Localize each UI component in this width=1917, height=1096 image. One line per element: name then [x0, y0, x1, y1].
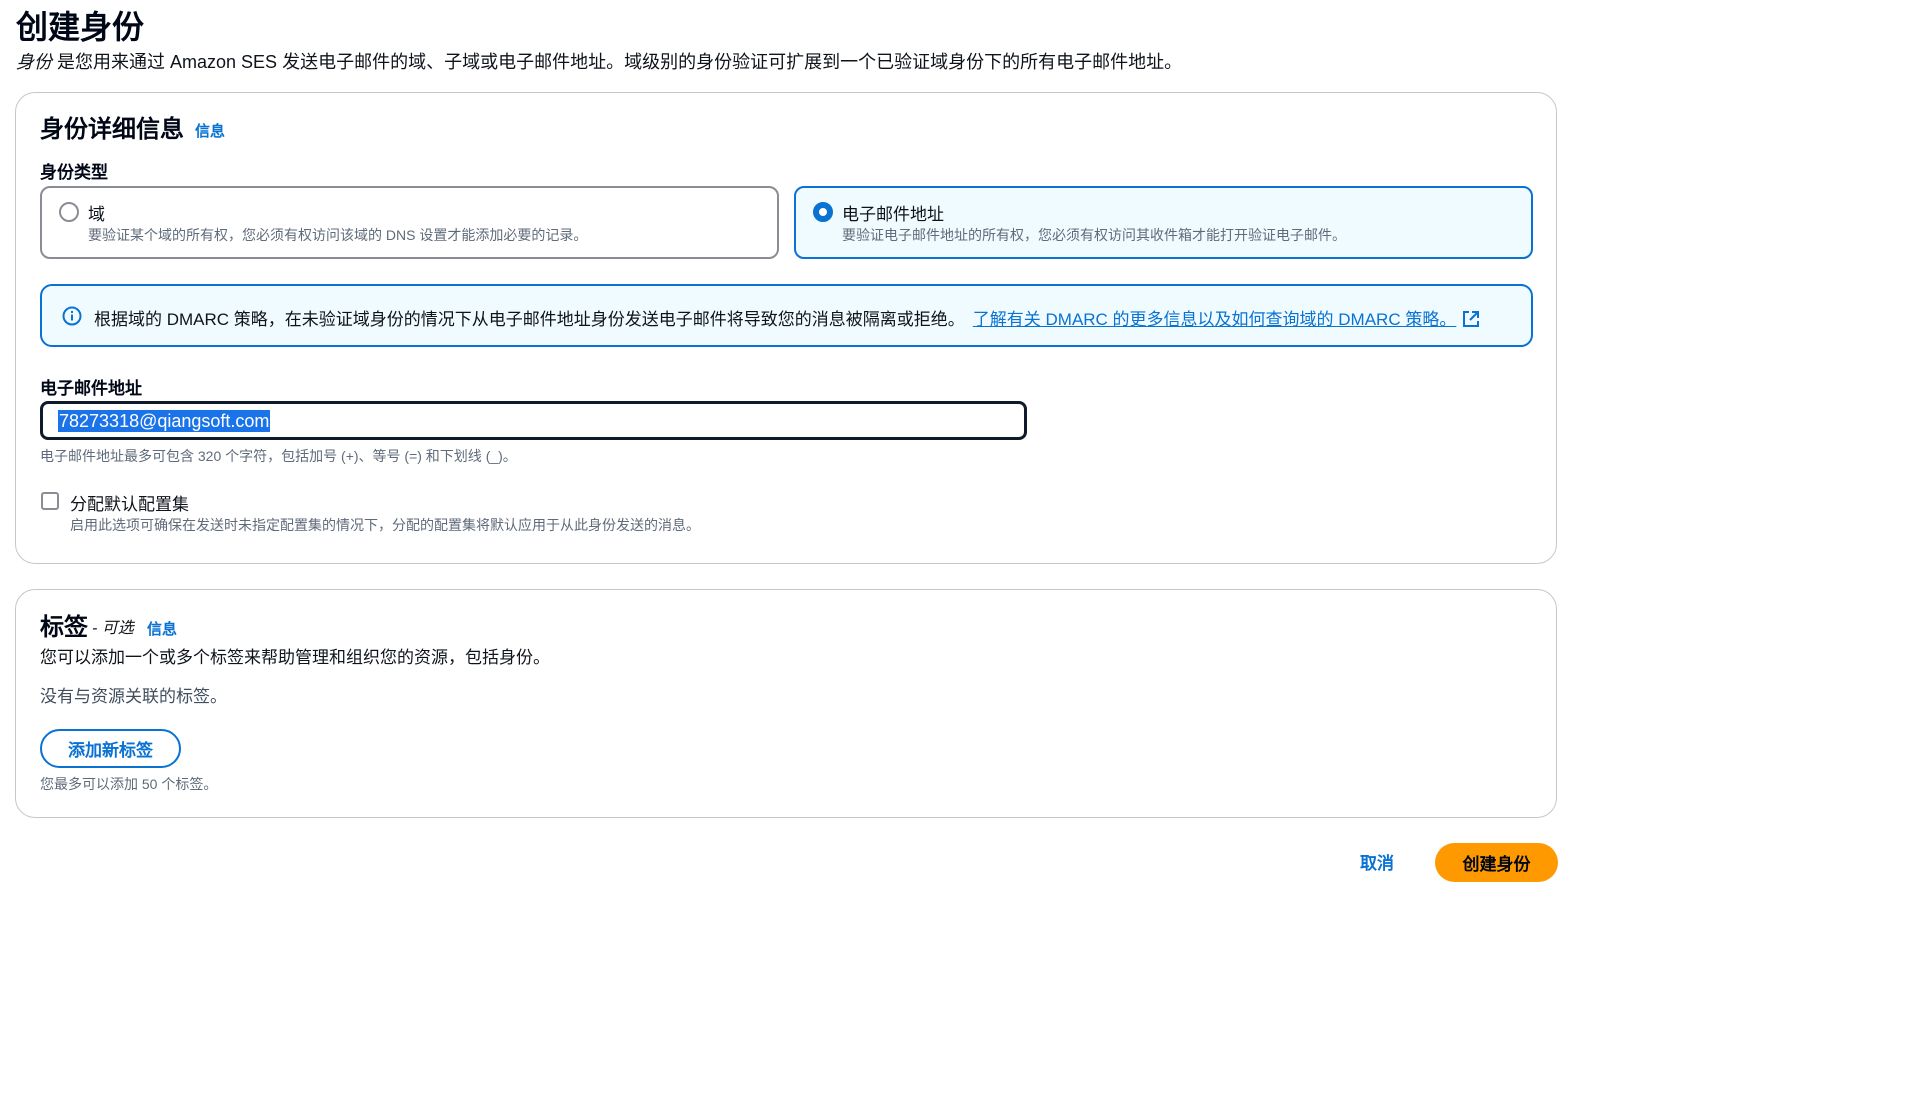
default-config-set-description: 启用此选项可确保在发送时未指定配置集的情况下，分配的配置集将默认应用于从此身份发…	[70, 517, 700, 533]
email-address-input[interactable]: 78273318@qiangsoft.com	[40, 401, 1027, 440]
email-option-title: 电子邮件地址	[842, 205, 944, 224]
email-address-value[interactable]: 78273318@qiangsoft.com	[58, 410, 271, 432]
external-link-icon[interactable]	[1462, 310, 1480, 328]
tags-heading: 标签	[40, 614, 88, 641]
email-radio[interactable]	[813, 202, 833, 222]
domain-radio[interactable]	[59, 202, 79, 222]
page-description-text: 是您用来通过 Amazon SES 发送电子邮件的域、子域或电子邮件地址。域级别…	[57, 52, 1183, 72]
default-config-set-checkbox[interactable]	[41, 492, 59, 510]
info-circle-icon	[62, 306, 82, 326]
email-address-hint: 电子邮件地址最多可包含 320 个字符，包括加号 (+)、等号 (=) 和下划线…	[40, 448, 517, 464]
default-config-set-label[interactable]: 分配默认配置集	[70, 490, 189, 515]
identity-type-email-option[interactable]: 电子邮件地址 要验证电子邮件地址的所有权，您必须有权访问其收件箱才能打开验证电子…	[794, 186, 1533, 259]
create-identity-page: 创建身份 身份 是您用来通过 Amazon SES 发送电子邮件的域、子域或电子…	[0, 0, 1568, 1096]
email-option-description: 要验证电子邮件地址的所有权，您必须有权访问其收件箱才能打开验证电子邮件。	[842, 227, 1346, 243]
identity-details-info-link[interactable]: 信息	[195, 120, 225, 141]
cancel-button[interactable]: 取消	[1343, 843, 1411, 879]
dmarc-alert-text-container: 根据域的 DMARC 策略，在未验证域身份的情况下从电子邮件地址身份发送电子邮件…	[94, 305, 1480, 330]
dmarc-alert-text: 根据域的 DMARC 策略，在未验证域身份的情况下从电子邮件地址身份发送电子邮件…	[94, 310, 965, 329]
page-description-emphasis: 身份	[16, 52, 52, 72]
domain-option-title: 域	[88, 205, 105, 224]
email-address-label: 电子邮件地址	[40, 379, 142, 398]
tags-limit-hint: 您最多可以添加 50 个标签。	[40, 776, 218, 792]
tags-description: 您可以添加一个或多个标签来帮助管理和组织您的资源，包括身份。	[40, 648, 550, 667]
dmarc-info-alert: 根据域的 DMARC 策略，在未验证域身份的情况下从电子邮件地址身份发送电子邮件…	[40, 284, 1533, 347]
tags-card	[15, 589, 1557, 818]
page-description: 身份 是您用来通过 Amazon SES 发送电子邮件的域、子域或电子邮件地址。…	[16, 48, 1182, 74]
dmarc-learn-more-link[interactable]: 了解有关 DMARC 的更多信息以及如何查询域的 DMARC 策略。	[973, 310, 1481, 329]
tags-empty-text: 没有与资源关联的标签。	[40, 687, 227, 706]
identity-type-domain-option[interactable]: 域 要验证某个域的所有权，您必须有权访问该域的 DNS 设置才能添加必要的记录。	[40, 186, 779, 259]
domain-option-description: 要验证某个域的所有权，您必须有权访问该域的 DNS 设置才能添加必要的记录。	[88, 227, 588, 243]
page-title: 创建身份	[16, 9, 145, 45]
tags-info-link[interactable]: 信息	[147, 618, 177, 639]
identity-details-heading: 身份详细信息	[40, 116, 184, 143]
dmarc-learn-more-link-text[interactable]: 了解有关 DMARC 的更多信息以及如何查询域的 DMARC 策略。	[973, 310, 1457, 329]
create-identity-button[interactable]: 创建身份	[1435, 843, 1558, 882]
identity-type-label: 身份类型	[40, 163, 108, 182]
tags-optional-label: - 可选	[92, 620, 134, 637]
add-new-tag-button[interactable]: 添加新标签	[40, 729, 181, 768]
